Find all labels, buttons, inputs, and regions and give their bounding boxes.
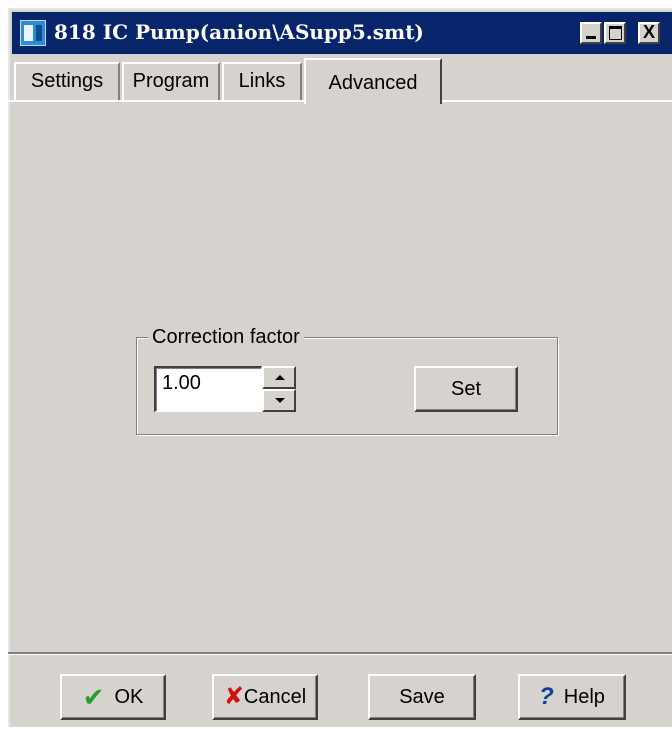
help-button[interactable]: ? Help [518, 674, 626, 720]
spin-down-button[interactable] [262, 389, 296, 412]
set-button-label: Set [450, 377, 482, 400]
help-button-label: Help [563, 685, 605, 708]
app-icon[interactable] [20, 20, 46, 46]
window-title: 818 IC Pump(anion\ASupp5.smt) [54, 20, 424, 44]
tab-settings[interactable]: Settings [14, 62, 120, 100]
tab-program[interactable]: Program [122, 62, 220, 100]
correction-factor-label: Correction factor [148, 326, 304, 348]
maximize-button[interactable] [604, 22, 626, 44]
save-button-label: Save [399, 685, 445, 708]
tab-advanced[interactable]: Advanced [304, 58, 442, 104]
set-button[interactable]: Set [414, 366, 518, 412]
arrow-down-icon [275, 398, 285, 403]
cancel-button[interactable]: ✘ Cancel [212, 674, 318, 720]
tab-links[interactable]: Links [222, 62, 302, 100]
correction-factor-input[interactable]: 1.00 [154, 366, 262, 412]
title-bar[interactable]: 818 IC Pump(anion\ASupp5.smt) X [12, 12, 672, 54]
save-button[interactable]: Save [368, 674, 476, 720]
close-button[interactable]: X [638, 22, 660, 44]
spin-up-button[interactable] [262, 366, 296, 389]
x-mark-icon: ✘ [223, 683, 244, 710]
minimize-button[interactable] [580, 22, 602, 44]
minimize-icon [586, 36, 596, 39]
arrow-up-icon [275, 375, 285, 380]
ok-button-label: OK [114, 685, 144, 708]
maximize-icon [609, 26, 622, 40]
cancel-button-label: Cancel [243, 685, 307, 708]
ok-button[interactable]: ✔ OK [60, 674, 166, 720]
close-icon: X [642, 22, 655, 42]
correction-factor-value: 1.00 [162, 372, 201, 394]
question-icon: ? [539, 683, 554, 710]
checkmark-icon: ✔ [82, 682, 105, 712]
